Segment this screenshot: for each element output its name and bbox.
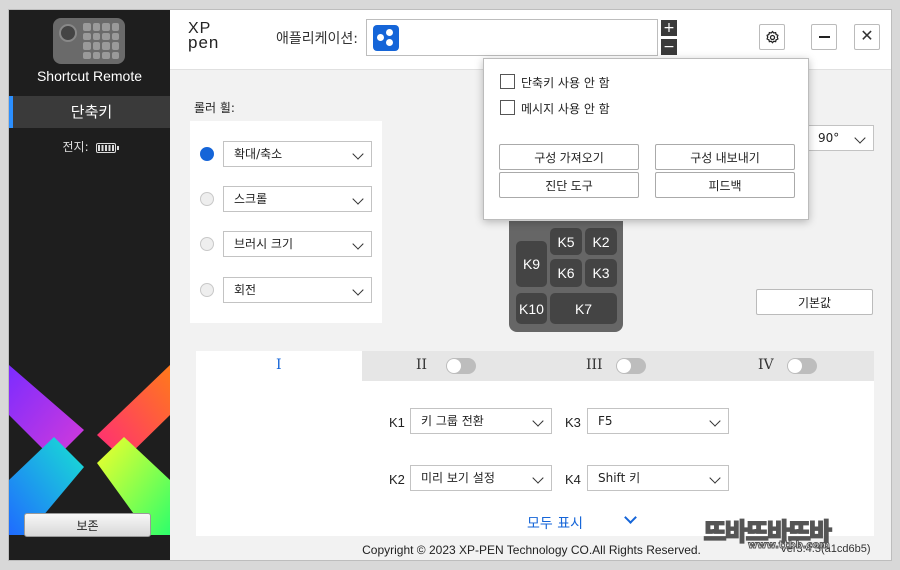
key-label-k4: K4: [565, 472, 581, 487]
key-select-k3[interactable]: F5: [587, 408, 729, 434]
tab-group-3[interactable]: III: [532, 351, 702, 381]
diagnostic-tool-button[interactable]: 진단 도구: [499, 172, 639, 198]
export-config-button[interactable]: 구성 내보내기: [655, 144, 795, 170]
settings-popup-menu: 단축키 사용 안 함 메시지 사용 안 함 구성 가져오기 구성 내보내기 진단…: [483, 58, 809, 220]
key-k2[interactable]: K2: [585, 228, 617, 255]
roller-radio-4[interactable]: [200, 283, 214, 297]
chevron-down-icon: [854, 132, 866, 144]
remove-application-button[interactable]: −: [661, 39, 677, 55]
toggle-group-2[interactable]: [446, 358, 476, 374]
key-select-k4[interactable]: Shift 키: [587, 465, 729, 491]
toggle-group-4[interactable]: [787, 358, 817, 374]
checkbox-box[interactable]: [500, 100, 515, 115]
gear-icon: [765, 30, 779, 44]
key-group-tabs: I II III IV: [196, 351, 874, 381]
tab-group-1[interactable]: I: [196, 351, 362, 381]
toggle-group-3[interactable]: [616, 358, 646, 374]
roller-select-3[interactable]: 브러시 크기: [223, 231, 372, 257]
minimize-button[interactable]: [811, 24, 837, 50]
feedback-button[interactable]: 피드백: [655, 172, 795, 198]
roller-radio-1[interactable]: [200, 147, 214, 161]
tab-group-4[interactable]: IV: [702, 351, 874, 381]
roller-select-4[interactable]: 회전: [223, 277, 372, 303]
roller-wheel-label: 롤러 휠:: [194, 101, 235, 115]
application-label: 애플리케이션:: [276, 31, 358, 47]
battery-status: 전지:: [9, 138, 170, 155]
roller-row: 확대/축소: [190, 141, 382, 167]
default-button[interactable]: 기본값: [756, 289, 873, 315]
key-k6[interactable]: K6: [550, 259, 582, 287]
key-label-k3: K3: [565, 415, 581, 430]
roller-select-1[interactable]: 확대/축소: [223, 141, 372, 167]
key-k5[interactable]: K5: [550, 228, 582, 255]
app-window: Shortcut Remote 단축키 전지: 보존 XP pen 애플리케이션…: [8, 9, 892, 561]
close-button[interactable]: ✕: [854, 24, 880, 50]
key-label-k2: K2: [389, 472, 405, 487]
chevron-down-icon: [352, 238, 364, 250]
shortcut-remote-device-image: [53, 18, 125, 64]
device-name: Shortcut Remote: [36, 68, 143, 84]
keypad-preview: K5 K2 K9 K6 K3 K10 K7: [509, 221, 623, 332]
settings-button[interactable]: [759, 24, 785, 50]
battery-icon: [96, 142, 120, 153]
key-select-k1[interactable]: 키 그룹 전환: [410, 408, 552, 434]
chevron-down-icon: [352, 193, 364, 205]
roller-row: 회전: [190, 277, 382, 303]
sidebar: Shortcut Remote 단축키 전지: 보존: [9, 10, 170, 560]
watermark-sub: www.ttbb.com: [748, 540, 831, 552]
roller-row: 브러시 크기: [190, 231, 382, 257]
key-k10[interactable]: K10: [516, 293, 547, 324]
import-config-button[interactable]: 구성 가져오기: [499, 144, 639, 170]
chevron-down-icon[interactable]: [624, 511, 637, 524]
roller-radio-2[interactable]: [200, 192, 214, 206]
sidebar-item-shortcuts[interactable]: 단축키: [9, 96, 170, 128]
save-button[interactable]: 보존: [24, 513, 151, 537]
checkbox-box[interactable]: [500, 74, 515, 89]
key-k3[interactable]: K3: [585, 259, 617, 287]
add-application-button[interactable]: +: [661, 20, 677, 36]
chevron-down-icon: [532, 415, 544, 427]
xp-pen-logo: XP pen: [188, 20, 220, 52]
roller-radio-3[interactable]: [200, 237, 214, 251]
chevron-down-icon: [709, 415, 721, 427]
chevron-down-icon: [709, 472, 721, 484]
application-icon[interactable]: [373, 25, 399, 51]
roller-select-2[interactable]: 스크롤: [223, 186, 372, 212]
rotation-select[interactable]: 90°: [807, 125, 874, 151]
tab-group-2[interactable]: II: [362, 351, 532, 381]
minimize-icon: [818, 36, 830, 38]
close-icon: ✕: [860, 28, 874, 45]
chevron-down-icon: [352, 284, 364, 296]
chevron-down-icon: [532, 472, 544, 484]
roller-row: 스크롤: [190, 186, 382, 212]
chevron-down-icon: [352, 148, 364, 160]
key-k9[interactable]: K9: [516, 241, 547, 287]
watermark: 뜨바뜨바뜨바 www.ttbb.com: [702, 510, 892, 564]
show-all-link[interactable]: 모두 표시: [527, 513, 583, 533]
key-label-k1: K1: [389, 415, 405, 430]
key-select-k2[interactable]: 미리 보기 설정: [410, 465, 552, 491]
battery-label: 전지:: [62, 140, 89, 154]
application-selector[interactable]: [366, 19, 658, 56]
key-k7[interactable]: K7: [550, 293, 617, 324]
roller-wheel-panel: 확대/축소 스크롤 브러시 크기 회전: [190, 121, 382, 323]
